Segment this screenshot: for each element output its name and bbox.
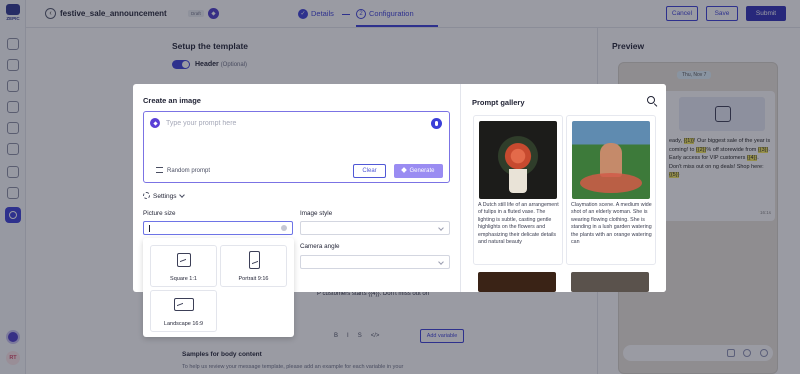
settings-toggle[interactable]: Settings [143,191,185,200]
size-option-square[interactable]: Square 1:1 [150,245,217,287]
gallery-card-partial[interactable] [478,272,556,292]
generate-button[interactable]: Generate [394,164,443,178]
size-option-label: Square 1:1 [170,276,197,282]
image-square-icon [177,253,191,267]
chevron-down-icon [438,258,444,265]
sparkle-icon [401,166,408,173]
image-portrait-icon [249,251,260,269]
camera-angle-select[interactable] [300,255,450,269]
voice-input-icon[interactable] [431,118,442,129]
card-prompt-text: Claymation scene. A medium wide shot of … [571,202,652,246]
picture-size-dropdown: Square 1:1 Portrait 9:16 Landscape 16:9 [143,238,294,337]
gallery-card-partial[interactable] [571,272,649,292]
size-option-landscape[interactable]: Landscape 16:9 [150,290,217,332]
claymation-garden-image [572,121,650,199]
gallery-card[interactable]: A Dutch still life of an arrangement of … [473,115,563,265]
chevron-down-icon [438,224,444,231]
card-prompt-text: A Dutch still life of an arrangement of … [478,202,559,246]
gallery-title: Prompt gallery [472,98,525,107]
image-style-label: Image style [300,210,333,217]
prompt-input[interactable] [166,118,426,129]
settings-label: Settings [153,193,177,200]
generate-label: Generate [409,168,435,174]
size-option-portrait[interactable]: Portrait 9:16 [220,245,287,287]
text-cursor [149,225,150,232]
tulips-image [479,121,557,199]
picture-size-select[interactable] [143,221,293,235]
picture-size-label: Picture size [143,210,176,217]
prompt-gallery-panel: Prompt gallery A Dutch still life of an … [460,84,666,292]
camera-angle-label: Camera angle [300,243,340,250]
modal-title: Create an image [143,96,201,105]
random-prompt-button[interactable]: Random prompt [156,167,210,174]
gear-icon [143,192,150,199]
chevron-down-icon [178,191,185,198]
clear-selection-icon[interactable] [281,225,287,231]
random-prompt-label: Random prompt [167,168,211,174]
clear-button[interactable]: Clear [353,164,386,178]
size-option-label: Landscape 16:9 [163,321,204,327]
prompt-box: Random prompt Clear Generate [143,111,450,183]
sparkle-icon [150,118,160,128]
image-landscape-icon [174,298,194,311]
gallery-card[interactable]: Claymation scene. A medium wide shot of … [566,115,656,265]
image-style-select[interactable] [300,221,450,235]
size-option-label: Portrait 9:16 [238,276,269,282]
search-icon[interactable] [647,96,655,104]
shuffle-icon [156,167,163,173]
